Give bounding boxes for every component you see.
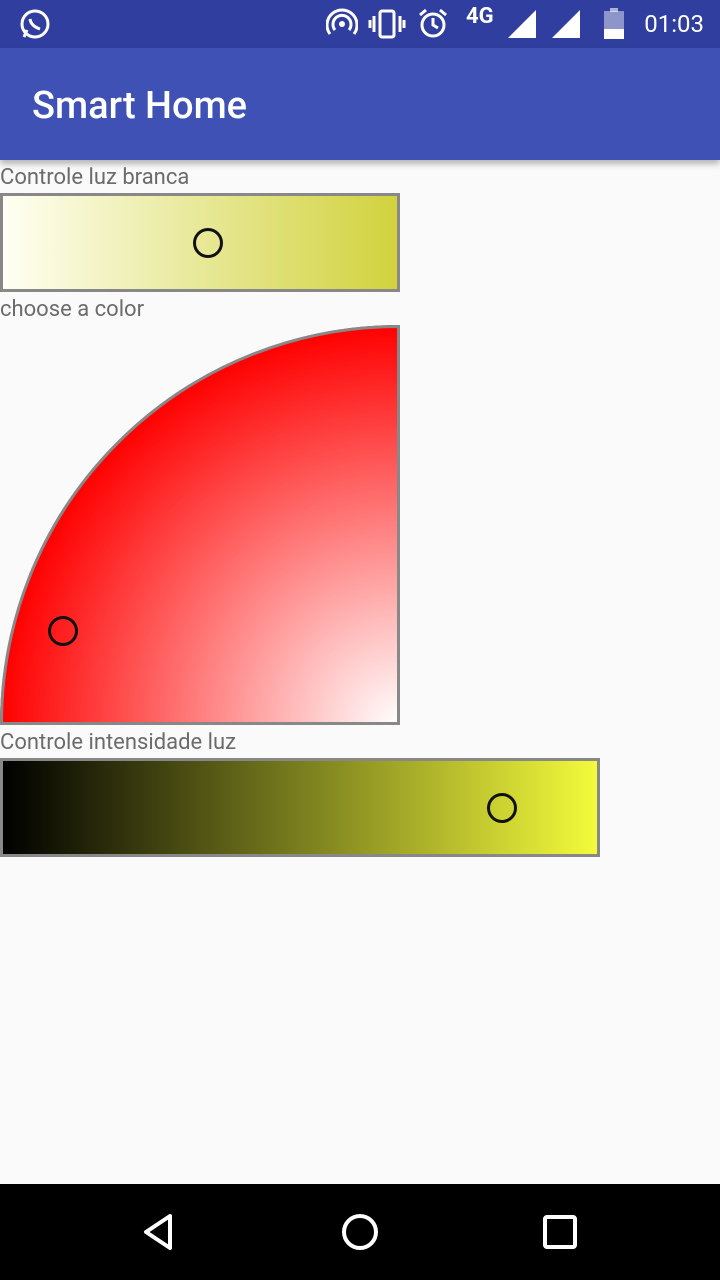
signal-icon [552, 10, 580, 38]
hotspot-icon [326, 8, 358, 35]
white-light-thumb[interactable] [192, 227, 223, 258]
app-bar: Smart Home [0, 48, 720, 160]
intensity-slider[interactable] [0, 758, 600, 857]
signal-icon [508, 10, 536, 38]
whatsapp-icon [20, 9, 50, 39]
home-icon[interactable] [336, 1208, 384, 1256]
status-bar: 4G 01:03 [0, 0, 720, 48]
network-type: 4G [466, 4, 494, 29]
color-picker-label: choose a color [0, 297, 145, 322]
intensity-thumb[interactable] [486, 792, 517, 823]
app-title: Smart Home [32, 84, 248, 128]
clock: 01:03 [644, 10, 704, 38]
intensity-label: Controle intensidade luz [0, 730, 236, 755]
color-picker-thumb[interactable] [48, 616, 78, 646]
battery-icon [604, 8, 624, 39]
vibrate-icon [368, 9, 406, 39]
back-icon[interactable] [136, 1208, 184, 1256]
navigation-bar [0, 1184, 720, 1280]
white-light-slider[interactable] [0, 193, 400, 292]
recents-icon[interactable] [536, 1208, 584, 1256]
white-light-label: Controle luz branca [0, 165, 190, 190]
alarm-icon [419, 8, 447, 38]
color-picker-wheel[interactable] [0, 325, 400, 725]
